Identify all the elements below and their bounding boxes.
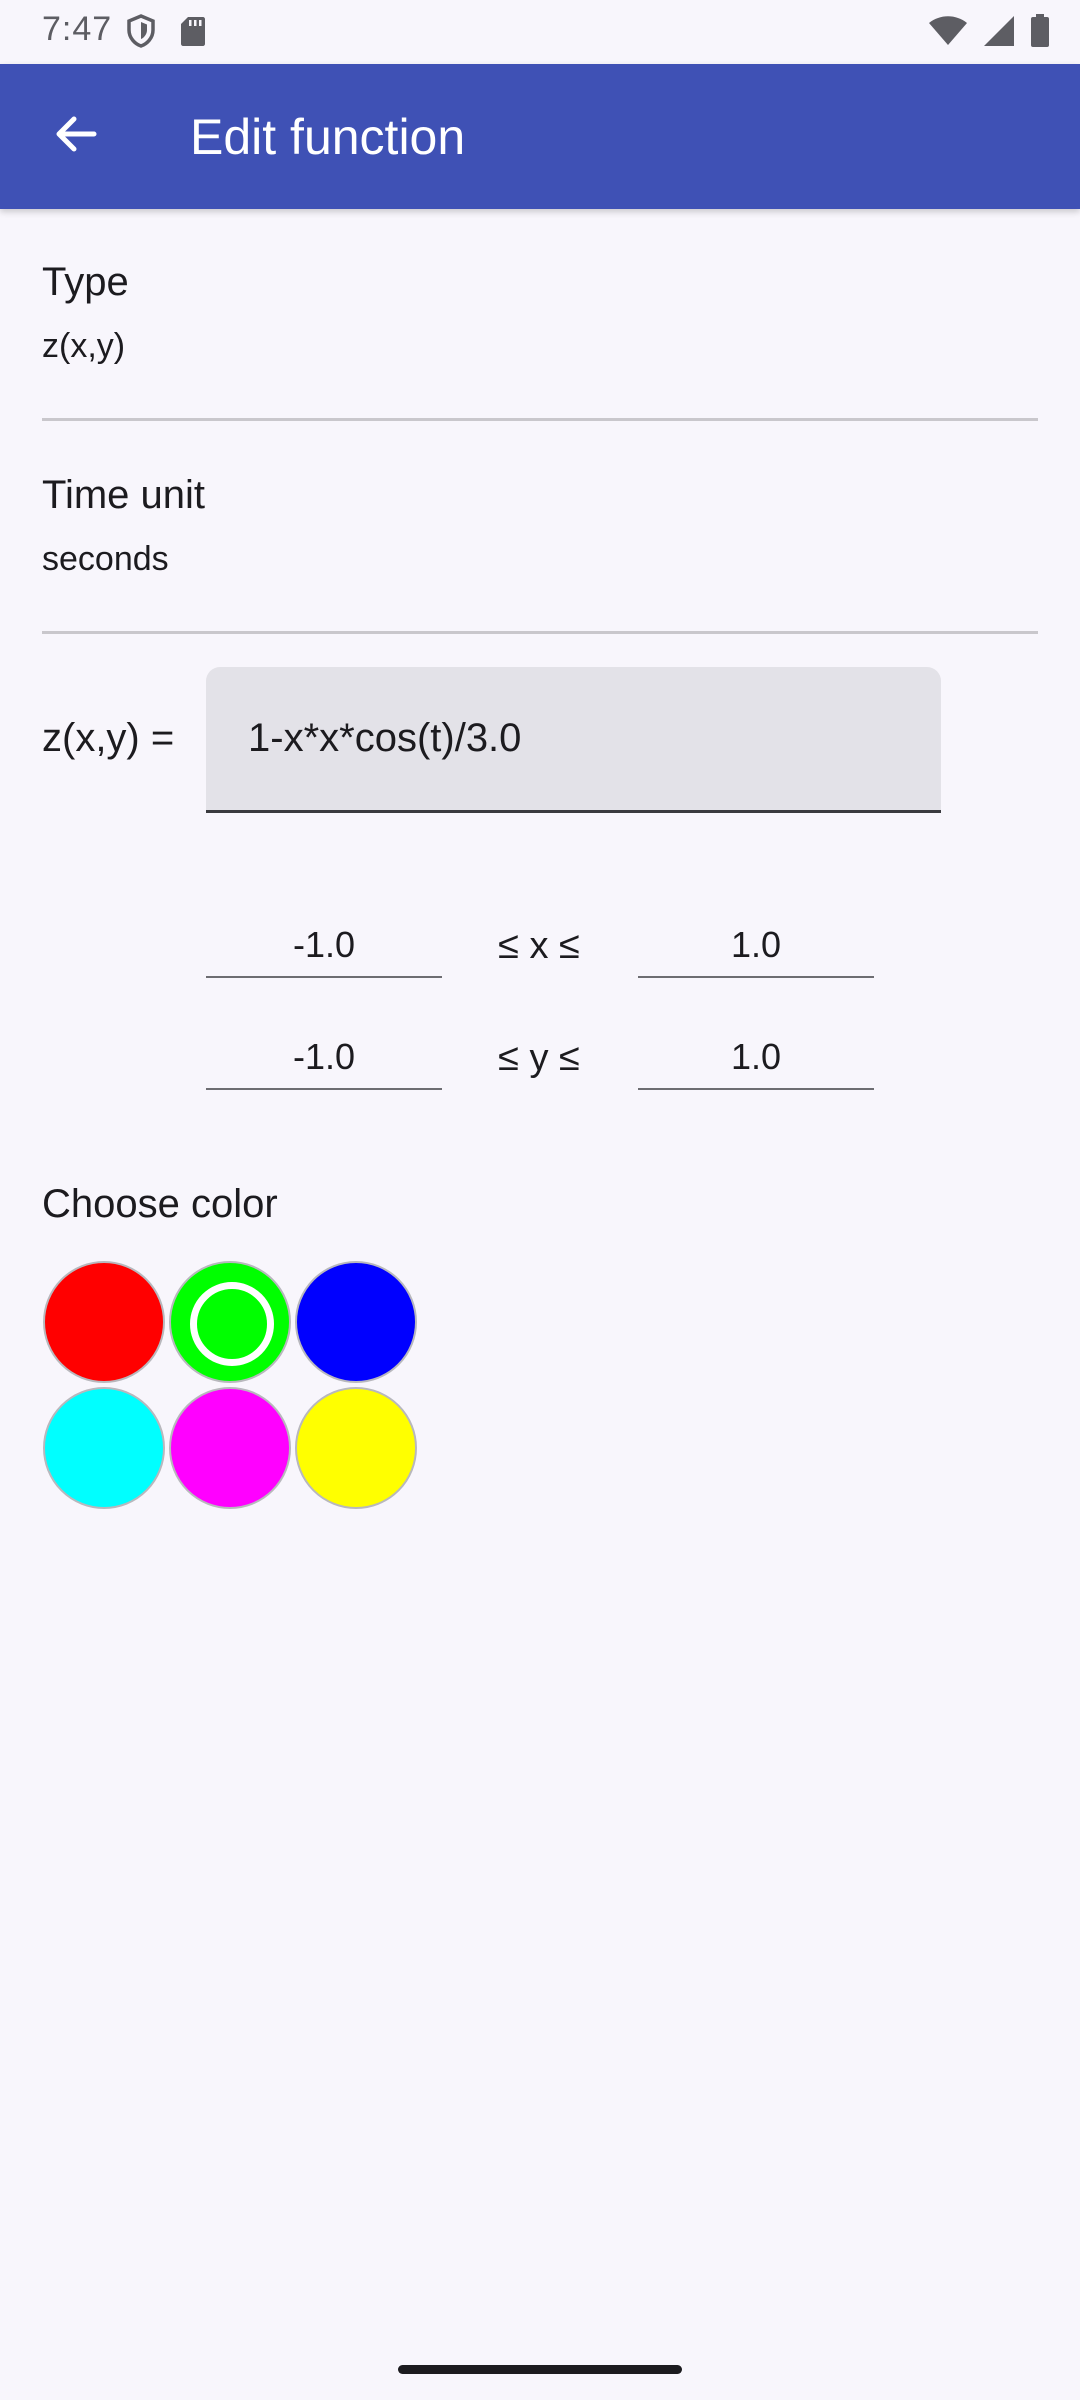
status-time: 7:47 <box>42 10 113 48</box>
y-min-input[interactable] <box>206 1026 442 1090</box>
status-bar: 7:47 <box>0 0 1080 62</box>
x-range-label: ≤ x ≤ <box>498 925 580 967</box>
type-title: Type <box>42 260 129 304</box>
function-label: z(x,y) = <box>42 716 175 760</box>
color-swatch-yellow[interactable] <box>295 1387 417 1509</box>
selected-ring-icon <box>190 1282 274 1366</box>
divider <box>42 418 1038 421</box>
page-title: Edit function <box>190 109 466 165</box>
status-left-icons <box>126 14 206 53</box>
function-input[interactable] <box>206 667 941 813</box>
x-max-input[interactable] <box>638 914 874 978</box>
choose-color-label: Choose color <box>42 1182 278 1226</box>
battery-icon <box>1030 14 1050 53</box>
y-max-input[interactable] <box>638 1026 874 1090</box>
color-swatch-blue[interactable] <box>295 1261 417 1383</box>
type-summary: z(x,y) <box>42 327 126 365</box>
signal-icon <box>982 14 1016 53</box>
time-unit-title: Time unit <box>42 473 206 517</box>
sd-card-icon <box>180 15 206 52</box>
arrow-back-icon <box>52 110 100 163</box>
navigation-handle[interactable] <box>398 2365 682 2374</box>
color-swatch-cyan[interactable] <box>43 1387 165 1509</box>
back-button[interactable] <box>40 100 112 172</box>
divider <box>42 631 1038 634</box>
color-swatch-red[interactable] <box>43 1261 165 1383</box>
y-range-label: ≤ y ≤ <box>498 1037 580 1079</box>
x-min-input[interactable] <box>206 914 442 978</box>
wifi-icon <box>928 15 968 52</box>
status-right-icons <box>928 14 1050 53</box>
time-unit-summary: seconds <box>42 540 169 578</box>
app-bar: Edit function <box>0 64 1080 209</box>
color-swatch-magenta[interactable] <box>169 1387 291 1509</box>
color-swatch-green[interactable] <box>169 1261 291 1383</box>
shield-icon <box>126 14 156 53</box>
